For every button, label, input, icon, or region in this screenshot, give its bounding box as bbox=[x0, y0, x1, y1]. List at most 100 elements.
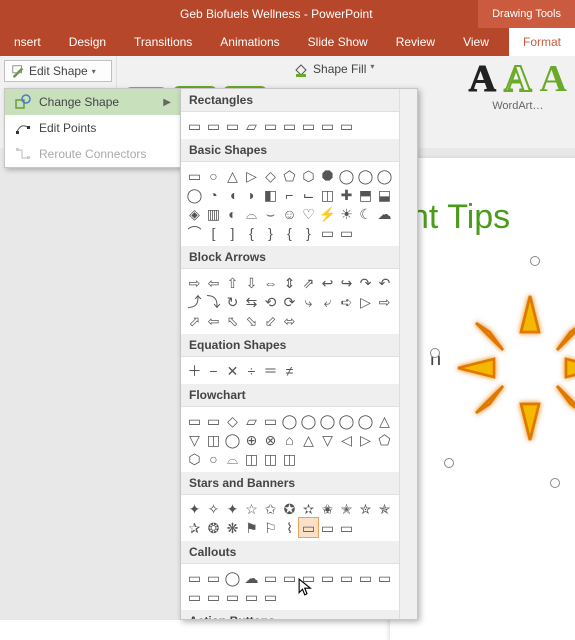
menu-change-shape[interactable]: Change Shape ▶ bbox=[5, 89, 181, 115]
shape-option[interactable]: { bbox=[280, 223, 299, 242]
wordart-style-thumb[interactable]: A bbox=[469, 60, 496, 98]
shape-option[interactable]: ▭ bbox=[318, 568, 337, 587]
tab-slideshow[interactable]: Slide Show bbox=[294, 28, 382, 56]
shape-option[interactable]: ▭ bbox=[318, 223, 337, 242]
shape-option[interactable]: ⌐ bbox=[280, 185, 299, 204]
shape-option[interactable]: ◫ bbox=[318, 185, 337, 204]
shape-option[interactable]: ⤴ bbox=[185, 292, 204, 311]
shape-option[interactable]: ◯ bbox=[223, 430, 242, 449]
shape-option[interactable]: ▷ bbox=[356, 430, 375, 449]
shape-option[interactable]: ☁ bbox=[242, 568, 261, 587]
shape-option[interactable]: ◫ bbox=[204, 430, 223, 449]
shape-option[interactable]: ▭ bbox=[280, 116, 299, 135]
shape-option[interactable]: ＋ bbox=[185, 361, 204, 380]
shape-option[interactable]: ↩ bbox=[318, 273, 337, 292]
shape-option[interactable]: ⬡ bbox=[185, 449, 204, 468]
shape-option[interactable]: ▭ bbox=[223, 587, 242, 606]
shape-option[interactable]: ✦ bbox=[185, 499, 204, 518]
shape-option[interactable]: ◫ bbox=[242, 449, 261, 468]
shape-option[interactable]: ⟲ bbox=[261, 292, 280, 311]
shape-option[interactable]: ○ bbox=[204, 166, 223, 185]
shape-option[interactable]: ▭ bbox=[280, 568, 299, 587]
shape-option[interactable]: ⬠ bbox=[280, 166, 299, 185]
shape-option[interactable]: ＝ bbox=[261, 361, 280, 380]
shape-option[interactable]: ✰ bbox=[185, 518, 204, 537]
shape-option[interactable]: ◯ bbox=[280, 411, 299, 430]
shape-option[interactable]: ☀ bbox=[337, 204, 356, 223]
shape-option[interactable]: ◐ bbox=[223, 204, 242, 223]
selection-handle[interactable] bbox=[530, 256, 540, 266]
shape-option[interactable]: ◧ bbox=[261, 185, 280, 204]
shape-option[interactable]: ▱ bbox=[242, 116, 261, 135]
edit-shape-button[interactable]: Edit Shape ▾ bbox=[4, 60, 112, 82]
shape-option[interactable]: ✩ bbox=[261, 499, 280, 518]
shape-option[interactable]: ◯ bbox=[299, 411, 318, 430]
shape-option[interactable]: ◇ bbox=[223, 411, 242, 430]
shape-option[interactable]: ⇦ bbox=[204, 273, 223, 292]
shape-option[interactable]: ≠ bbox=[280, 361, 299, 380]
wordart-style-thumb[interactable]: A bbox=[540, 60, 567, 98]
shape-option[interactable]: ⬓ bbox=[375, 185, 394, 204]
shape-option[interactable]: ▥ bbox=[204, 204, 223, 223]
menu-edit-points[interactable]: Edit Points bbox=[5, 115, 181, 141]
shape-option[interactable]: ▭ bbox=[318, 518, 337, 537]
shape-option[interactable]: ◯ bbox=[337, 166, 356, 185]
shape-option[interactable]: ⊕ bbox=[242, 430, 261, 449]
shape-option[interactable]: ✭ bbox=[337, 499, 356, 518]
shape-option[interactable]: ↻ bbox=[223, 292, 242, 311]
shape-option[interactable]: ⇧ bbox=[223, 273, 242, 292]
shape-option[interactable]: ⌓ bbox=[223, 449, 242, 468]
shape-option[interactable]: ✦ bbox=[223, 499, 242, 518]
shape-option[interactable]: ☆ bbox=[242, 499, 261, 518]
shape-option[interactable]: } bbox=[299, 223, 318, 242]
shape-option[interactable]: ⤷ bbox=[299, 292, 318, 311]
shape-option[interactable]: ◯ bbox=[223, 568, 242, 587]
shape-option[interactable]: ⬃ bbox=[261, 311, 280, 330]
shape-option[interactable]: ✯ bbox=[375, 499, 394, 518]
shape-option[interactable]: ⌒ bbox=[185, 223, 204, 242]
shape-option[interactable]: ♡ bbox=[299, 204, 318, 223]
shape-option[interactable]: ⇕ bbox=[280, 273, 299, 292]
shape-option[interactable]: ✧ bbox=[204, 499, 223, 518]
tab-format[interactable]: Format bbox=[509, 28, 575, 56]
shape-option[interactable]: ▭ bbox=[204, 587, 223, 606]
shape-option[interactable]: ▭ bbox=[299, 518, 318, 537]
shape-option[interactable]: ◖ bbox=[223, 185, 242, 204]
shape-option[interactable]: ▭ bbox=[185, 568, 204, 587]
shape-option[interactable]: ⇨ bbox=[375, 292, 394, 311]
shape-option[interactable]: ➪ bbox=[337, 292, 356, 311]
shape-option[interactable]: ▭ bbox=[261, 116, 280, 135]
shape-option[interactable]: ❂ bbox=[204, 518, 223, 537]
shape-option[interactable]: △ bbox=[299, 430, 318, 449]
shape-option[interactable]: ⚐ bbox=[261, 518, 280, 537]
shape-option[interactable]: ◈ bbox=[185, 204, 204, 223]
shape-option[interactable]: ⇨ bbox=[185, 273, 204, 292]
shape-option[interactable]: ✬ bbox=[318, 499, 337, 518]
shape-option[interactable]: ↪ bbox=[337, 273, 356, 292]
shape-option[interactable]: ⯃ bbox=[318, 166, 337, 185]
shape-option[interactable]: ↷ bbox=[356, 273, 375, 292]
shape-option[interactable]: ▭ bbox=[318, 116, 337, 135]
shape-option[interactable]: ⚡ bbox=[318, 204, 337, 223]
shape-option[interactable]: ⬡ bbox=[299, 166, 318, 185]
scrollbar[interactable] bbox=[399, 89, 417, 619]
shape-option[interactable]: ▭ bbox=[261, 568, 280, 587]
shape-option[interactable]: { bbox=[242, 223, 261, 242]
shape-option[interactable]: ⬠ bbox=[375, 430, 394, 449]
shape-option[interactable]: ▭ bbox=[185, 587, 204, 606]
shape-option[interactable]: ◯ bbox=[375, 166, 394, 185]
shape-option[interactable]: ▭ bbox=[223, 116, 242, 135]
shape-option[interactable]: ◔ bbox=[204, 185, 223, 204]
shape-option[interactable]: ⤶ bbox=[318, 292, 337, 311]
shape-option[interactable]: ⬄ bbox=[280, 311, 299, 330]
shape-option[interactable]: ⇔ bbox=[261, 273, 280, 292]
shape-option[interactable]: ⇗ bbox=[299, 273, 318, 292]
shape-option[interactable]: ▷ bbox=[356, 292, 375, 311]
shape-option[interactable]: ⌣ bbox=[261, 204, 280, 223]
shape-option[interactable]: ⌓ bbox=[242, 204, 261, 223]
shape-option[interactable]: ▭ bbox=[185, 411, 204, 430]
shape-option[interactable]: ◫ bbox=[280, 449, 299, 468]
shape-option[interactable]: ✮ bbox=[356, 499, 375, 518]
shape-option[interactable]: ▭ bbox=[185, 166, 204, 185]
shape-option[interactable]: ▭ bbox=[261, 411, 280, 430]
